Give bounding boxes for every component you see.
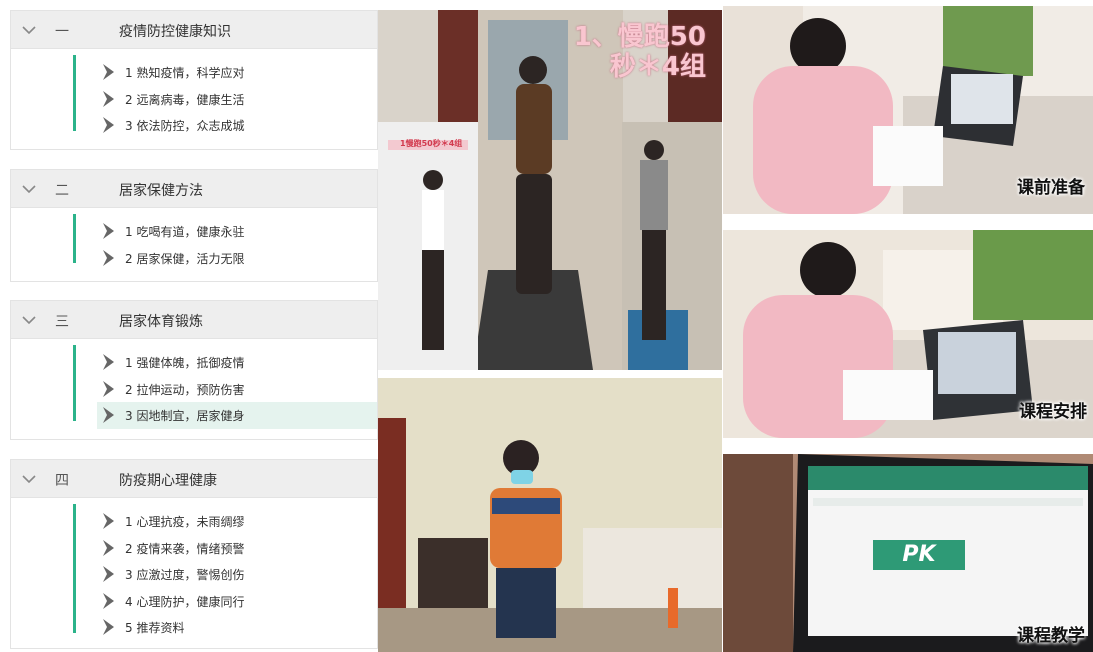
section-accent-bar bbox=[73, 504, 76, 633]
chevron-down-icon[interactable] bbox=[21, 471, 37, 487]
course-outline-panel: 一 疫情防控健康知识 1 熟知疫情，科学应对 2 远离病毒，健康生活 3 依法防… bbox=[0, 0, 378, 652]
chevron-right-icon bbox=[103, 117, 114, 133]
chevron-down-icon[interactable] bbox=[21, 22, 37, 38]
pk-banner: PK bbox=[873, 540, 965, 570]
item-label: 3 应激过度，警惕创伤 bbox=[125, 568, 245, 582]
chevron-right-icon bbox=[103, 513, 114, 529]
chevron-right-icon bbox=[103, 64, 114, 80]
class-preparation-photo: 课前准备 bbox=[723, 6, 1093, 214]
list-item[interactable]: 3 应激过度，警惕创伤 bbox=[97, 561, 377, 588]
list-item[interactable]: 3 依法防控，众志成城 bbox=[97, 112, 377, 139]
list-item[interactable]: 4 心理防护，健康同行 bbox=[97, 588, 377, 615]
chevron-right-icon bbox=[103, 407, 114, 423]
section-1-header[interactable]: 一 疫情防控健康知识 bbox=[11, 11, 377, 49]
course-teaching-photo: PK 课程教学 bbox=[723, 454, 1093, 652]
course-schedule-caption: 课程安排 bbox=[1019, 402, 1087, 422]
section-4-items: 1 心理抗疫，未雨绸缪 2 疫情来袭，情绪预警 3 应激过度，警惕创伤 4 心理… bbox=[11, 498, 377, 641]
item-label: 1 熟知疫情，科学应对 bbox=[125, 66, 245, 80]
section-accent-bar bbox=[73, 55, 76, 131]
item-label: 2 拉伸运动，预防伤害 bbox=[125, 382, 245, 397]
section-3: 三 居家体育锻炼 1 强健体魄，抵御疫情 2 拉伸运动，预防伤害 3 因地制宜，… bbox=[10, 300, 378, 440]
list-item[interactable]: 5 推荐资料 bbox=[97, 614, 377, 641]
list-item[interactable]: 2 远离病毒，健康生活 bbox=[97, 86, 377, 113]
chevron-right-icon bbox=[103, 354, 114, 370]
chevron-right-icon bbox=[103, 249, 114, 266]
item-label: 2 居家保健，活力无限 bbox=[125, 251, 245, 266]
list-item[interactable]: 2 拉伸运动，预防伤害 bbox=[97, 376, 377, 403]
section-4-header[interactable]: 四 防疫期心理健康 bbox=[11, 460, 377, 498]
chevron-right-icon bbox=[103, 566, 114, 582]
list-item[interactable]: 1 吃喝有道，健康永驻 bbox=[97, 218, 377, 245]
student-exercise-image bbox=[378, 378, 722, 652]
item-label: 1 吃喝有道，健康永驻 bbox=[125, 225, 245, 239]
exercise-overlay-caption: 1、慢跑50 秒＊4组 bbox=[574, 22, 706, 82]
chevron-right-icon bbox=[103, 539, 114, 556]
chevron-right-icon bbox=[103, 90, 114, 107]
item-label: 1 心理抗疫，未雨绸缪 bbox=[125, 515, 245, 529]
chevron-right-icon bbox=[103, 380, 114, 397]
section-3-items: 1 强健体魄，抵御疫情 2 拉伸运动，预防伤害 3 因地制宜，居家健身 bbox=[11, 339, 377, 429]
section-accent-bar bbox=[73, 345, 76, 421]
class-preparation-caption: 课前准备 bbox=[1017, 178, 1085, 198]
section-title: 居家体育锻炼 bbox=[119, 314, 203, 330]
item-label: 2 远离病毒，健康生活 bbox=[125, 92, 245, 107]
list-item[interactable]: 1 熟知疫情，科学应对 bbox=[97, 59, 377, 86]
section-2-items: 1 吃喝有道，健康永驻 2 居家保健，活力无限 bbox=[11, 208, 377, 271]
exercise-small-label: 1慢跑50秒＊4组 bbox=[400, 139, 463, 148]
section-1: 一 疫情防控健康知识 1 熟知疫情，科学应对 2 远离病毒，健康生活 3 依法防… bbox=[10, 10, 378, 150]
chevron-right-icon bbox=[103, 619, 114, 635]
list-item[interactable]: 2 居家保健，活力无限 bbox=[97, 245, 377, 272]
chevron-right-icon bbox=[103, 223, 114, 239]
item-label: 5 推荐资料 bbox=[125, 621, 185, 635]
item-label: 3 因地制宜，居家健身 bbox=[125, 409, 245, 423]
item-label: 4 心理防护，健康同行 bbox=[125, 594, 245, 609]
section-title: 防疫期心理健康 bbox=[119, 473, 217, 489]
chevron-down-icon[interactable] bbox=[21, 181, 37, 197]
course-schedule-photo: 课程安排 bbox=[723, 230, 1093, 438]
list-item-active[interactable]: 3 因地制宜，居家健身 bbox=[97, 402, 377, 429]
item-label: 3 依法防控，众志成城 bbox=[125, 119, 245, 133]
section-3-header[interactable]: 三 居家体育锻炼 bbox=[11, 301, 377, 339]
chevron-down-icon[interactable] bbox=[21, 312, 37, 328]
section-number: 一 bbox=[55, 24, 69, 40]
item-label: 2 疫情来袭，情绪预警 bbox=[125, 541, 245, 556]
section-number: 三 bbox=[55, 314, 69, 330]
section-title: 居家保健方法 bbox=[119, 183, 203, 199]
exercise-video-photo: 1、慢跑50 秒＊4组 1慢跑50秒＊4组 bbox=[378, 10, 722, 370]
chevron-right-icon bbox=[103, 592, 114, 609]
section-title: 疫情防控健康知识 bbox=[119, 24, 231, 40]
item-label: 1 强健体魄，抵御疫情 bbox=[125, 356, 245, 370]
course-teaching-caption: 课程教学 bbox=[1017, 626, 1085, 646]
list-item[interactable]: 2 疫情来袭，情绪预警 bbox=[97, 535, 377, 562]
exercise-overlay-line1: 1、慢跑50 bbox=[573, 22, 706, 52]
section-accent-bar bbox=[73, 214, 76, 263]
section-2: 二 居家保健方法 1 吃喝有道，健康永驻 2 居家保健，活力无限 bbox=[10, 169, 378, 282]
section-2-header[interactable]: 二 居家保健方法 bbox=[11, 170, 377, 208]
section-number: 四 bbox=[55, 473, 69, 489]
section-4: 四 防疫期心理健康 1 心理抗疫，未雨绸缪 2 疫情来袭，情绪预警 3 应激过度… bbox=[10, 459, 378, 649]
section-number: 二 bbox=[55, 183, 69, 199]
list-item[interactable]: 1 强健体魄，抵御疫情 bbox=[97, 349, 377, 376]
list-item[interactable]: 1 心理抗疫，未雨绸缪 bbox=[97, 508, 377, 535]
section-1-items: 1 熟知疫情，科学应对 2 远离病毒，健康生活 3 依法防控，众志成城 bbox=[11, 49, 377, 139]
student-exercise-photo bbox=[378, 378, 722, 652]
exercise-overlay-line2: 秒＊4组 bbox=[609, 52, 706, 82]
